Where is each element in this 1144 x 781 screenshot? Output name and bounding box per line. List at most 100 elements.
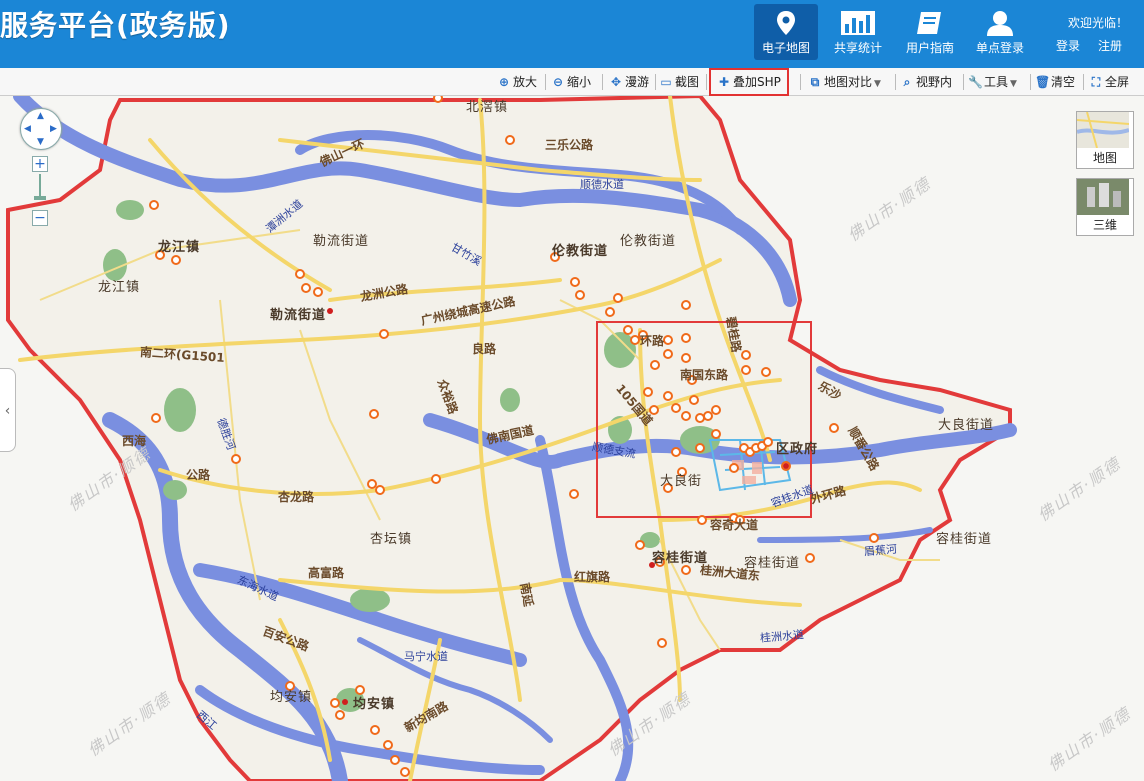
chevron-left-icon: ‹ (4, 403, 11, 419)
toolbar-divider (895, 74, 896, 90)
map-canvas[interactable]: 北滘镇 勒流街道 伦教街道 龙江镇 龙江镇 伦教街道 勒流街道 大良街道 杏坛镇… (0, 96, 1144, 781)
nav-user-guide[interactable]: 用户指南 (898, 4, 962, 60)
maptype-3d-button[interactable]: 三维 (1076, 178, 1134, 236)
nav-share-stats[interactable]: 共享统计 (826, 4, 890, 60)
map-compare-tool[interactable]: ⧉ 地图对比 ▼ (808, 72, 881, 92)
nav-sso-login[interactable]: 单点登录 (968, 4, 1032, 60)
tool-label: 叠加SHP (733, 75, 781, 89)
pan-tool[interactable]: ✥ 漫游 (609, 72, 649, 92)
login-link[interactable]: 登录 (1056, 37, 1080, 54)
fullscreen-tool[interactable]: ⛶ 全屏 (1089, 72, 1129, 92)
poi-marker (761, 367, 771, 377)
place-label: 勒流街道 (313, 234, 370, 249)
tools-menu[interactable]: 🔧工具 ▼ (968, 72, 1017, 92)
plus-icon: ✚ (718, 75, 730, 89)
pan-control[interactable]: ▲ ▼ ◀ ▶ (20, 108, 62, 150)
toolbar-divider (800, 74, 801, 90)
tool-label: 清空 (1051, 75, 1076, 89)
header-bar: 服务平台(政务版) 电子地图 共享统计 用户指南 单点登录 欢迎光临！ 登录 注… (0, 0, 1144, 68)
overlay-shp-tool[interactable]: ✚ 叠加SHP (709, 68, 789, 96)
pan-right-icon[interactable]: ▶ (50, 124, 57, 134)
toolbar-divider (602, 74, 603, 90)
toolbar-divider (1030, 74, 1031, 90)
tool-label: 缩小 (567, 75, 592, 89)
green-area (163, 480, 187, 500)
map-thumbnail-icon (1077, 112, 1129, 148)
road-label: 杏龙路 (278, 490, 315, 504)
in-view-tool[interactable]: ⌕ 视野内 (900, 72, 952, 92)
poi-marker (681, 353, 691, 363)
clear-tool[interactable]: 🗑清空 (1035, 72, 1075, 92)
road-label: 良路 (472, 342, 497, 356)
green-area (164, 388, 196, 432)
poi-marker (433, 96, 443, 103)
screenshot-icon: ▭ (660, 75, 672, 89)
poi-marker (663, 349, 673, 359)
poi-marker (630, 335, 640, 345)
road-label: 三乐公路 (545, 138, 594, 152)
poi-marker (657, 638, 667, 648)
poi-marker (681, 565, 691, 575)
book-icon (917, 12, 941, 34)
pan-up-icon[interactable]: ▲ (37, 111, 44, 121)
tool-label: 工具 (984, 75, 1009, 89)
poi-marker (711, 429, 721, 439)
poi-marker (330, 698, 340, 708)
zoom-out-tool[interactable]: ⊖ 缩小 (551, 72, 591, 92)
tool-label: 放大 (513, 75, 538, 89)
poi-marker (650, 360, 660, 370)
collapse-left-panel-handle[interactable]: ‹ (0, 368, 16, 452)
poi-marker (741, 365, 751, 375)
place-label: 大良街道 (938, 418, 995, 433)
nav-label: 电子地图 (761, 41, 810, 55)
register-link[interactable]: 注册 (1098, 37, 1122, 54)
maptype-2d-button[interactable]: 地图 (1076, 111, 1134, 169)
pan-left-icon[interactable]: ◀ (24, 124, 31, 134)
user-icon (987, 11, 1013, 36)
map-pin-icon (777, 11, 795, 35)
road-label: 高富路 (308, 566, 345, 580)
poi-marker (663, 335, 673, 345)
screenshot-tool[interactable]: ▭ 截图 (659, 72, 699, 92)
tool-label: 截图 (675, 75, 700, 89)
pan-down-icon[interactable]: ▼ (37, 137, 44, 147)
chevron-down-icon: ▼ (1010, 79, 1017, 89)
maptype-label: 三维 (1092, 218, 1117, 232)
platform-title: 服务平台(政务版) (0, 9, 231, 42)
place-label: 龙江镇 (98, 280, 141, 295)
tool-label: 全屏 (1105, 75, 1130, 89)
poi-marker (741, 350, 751, 360)
nav-label: 用户指南 (905, 41, 954, 55)
zoom-in-tool[interactable]: ⊕ 放大 (497, 72, 537, 92)
zoom-in-button[interactable]: + (32, 156, 48, 172)
map-graphics (0, 96, 1144, 781)
poi-marker (575, 290, 585, 300)
government-marker (327, 308, 333, 314)
green-area (116, 200, 144, 220)
poi-marker (431, 474, 441, 484)
nav-electronic-map[interactable]: 电子地图 (754, 4, 818, 60)
water-label: 眉蕉河 (863, 542, 898, 559)
poi-marker (689, 395, 699, 405)
zoom-out-icon: ⊖ (552, 75, 564, 89)
poi-marker (295, 269, 305, 279)
poi-marker (313, 287, 323, 297)
poi-marker (643, 387, 653, 397)
zoom-in-icon: ⊕ (498, 75, 510, 89)
toolbar-divider (545, 74, 546, 90)
poi-marker (635, 540, 645, 550)
poi-marker (370, 725, 380, 735)
search-icon: ⌕ (903, 75, 911, 89)
road-label: 环路 (640, 334, 665, 348)
toolbar-divider (1083, 74, 1084, 90)
pan-icon: ✥ (610, 75, 622, 89)
green-area (500, 388, 520, 412)
bar-chart-icon (841, 11, 875, 35)
zoom-out-button[interactable]: − (32, 210, 48, 226)
place-label: 杏坛镇 (370, 532, 413, 547)
zoom-slider-thumb[interactable] (34, 196, 46, 200)
poi-marker (301, 283, 311, 293)
urban-block (752, 462, 762, 474)
poi-marker (681, 300, 691, 310)
place-label: 区政府 (776, 442, 819, 457)
